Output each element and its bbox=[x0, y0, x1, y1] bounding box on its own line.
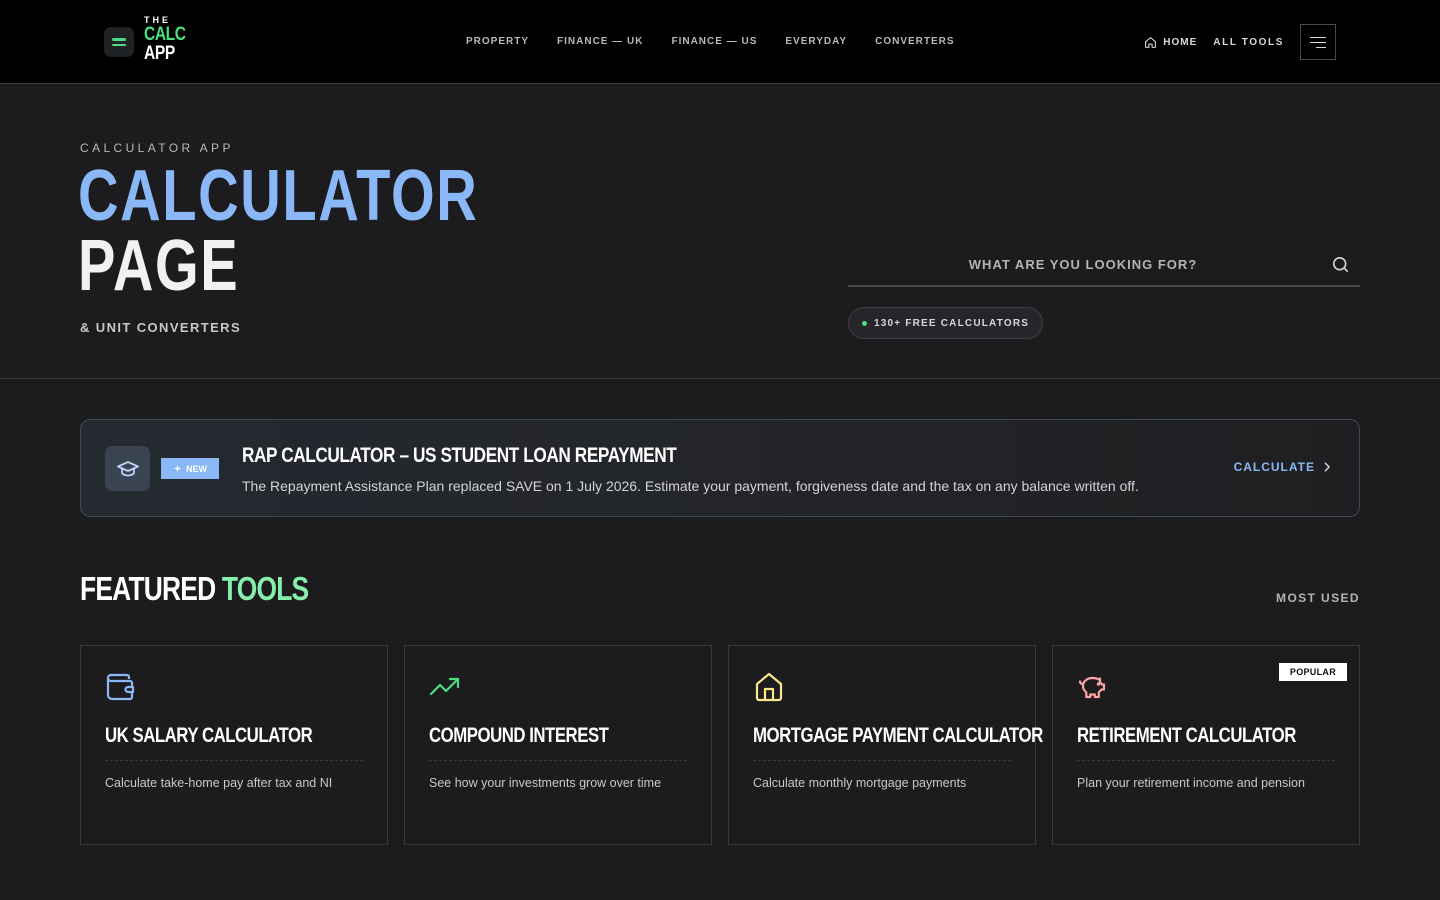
card-description: Calculate take-home pay after tax and NI bbox=[105, 776, 333, 790]
hero-title-line1: CALCULATOR bbox=[78, 156, 479, 236]
nav-link-everyday[interactable]: EVERYDAY bbox=[785, 36, 847, 47]
new-feature-banner[interactable]: NEW RAP CALCULATOR – US STUDENT LOAN REP… bbox=[80, 419, 1360, 517]
home-icon bbox=[755, 672, 783, 702]
divider bbox=[753, 760, 1011, 761]
calculator-count-pill: 130+ FREE CALCULATORS bbox=[848, 307, 1044, 339]
chevron-right-icon bbox=[1324, 462, 1330, 472]
search-icon bbox=[1332, 256, 1348, 272]
menu-icon bbox=[1310, 36, 1326, 38]
new-badge-label: NEW bbox=[186, 463, 207, 474]
card-title: MORTGAGE PAYMENT CALCULATOR bbox=[753, 724, 1043, 747]
card-title: COMPOUND INTEREST bbox=[429, 724, 609, 747]
card-description: See how your investments grow over time bbox=[429, 776, 662, 790]
hero-section: CALCULATOR APP CALCULATOR PAGE & UNIT CO… bbox=[0, 84, 1440, 379]
logo[interactable]: THE CALC APP bbox=[144, 16, 195, 64]
hero-eyebrow: CALCULATOR APP bbox=[80, 141, 234, 155]
divider bbox=[1077, 760, 1335, 761]
menu-button[interactable] bbox=[1300, 24, 1336, 60]
most-used-label: MOST USED bbox=[1276, 591, 1360, 605]
card-title: UK SALARY CALCULATOR bbox=[105, 724, 313, 747]
divider bbox=[105, 760, 363, 761]
nav-right: HOME ALL TOOLS bbox=[1144, 24, 1336, 60]
sparkle-icon bbox=[173, 464, 182, 473]
popular-badge: POPULAR bbox=[1278, 663, 1347, 681]
graduation-cap-icon bbox=[116, 460, 139, 476]
featured-tools-grid: UK SALARY CALCULATOR Calculate take-home… bbox=[80, 645, 1360, 845]
wallet-icon bbox=[106, 673, 135, 701]
card-title: RETIREMENT CALCULATOR bbox=[1077, 724, 1296, 747]
featured-heading: FEATURED TOOLS bbox=[80, 570, 309, 608]
calculate-link[interactable]: CALCULATE bbox=[1234, 460, 1331, 474]
logo-calc: CALC bbox=[144, 24, 186, 45]
status-dot bbox=[862, 320, 867, 326]
calculate-label: CALCULATE bbox=[1233, 460, 1315, 474]
featured-heading-accent: TOOLS bbox=[221, 570, 309, 607]
search-input[interactable] bbox=[848, 252, 1318, 276]
logo-app: APP bbox=[144, 43, 175, 64]
main-nav: PROPERTY FINANCE — UK FINANCE — US EVERY… bbox=[466, 36, 955, 47]
all-tools-link[interactable]: ALL TOOLS bbox=[1213, 37, 1284, 48]
nav-link-converters[interactable]: CONVERTERS bbox=[875, 36, 954, 47]
nav-link-finance-us[interactable]: FINANCE — US bbox=[671, 36, 757, 47]
tool-card-uk-salary[interactable]: UK SALARY CALCULATOR Calculate take-home… bbox=[80, 645, 388, 845]
tool-card-compound-interest[interactable]: COMPOUND INTEREST See how your investmen… bbox=[404, 645, 712, 845]
banner-icon-box bbox=[105, 446, 150, 491]
nav-link-property[interactable]: PROPERTY bbox=[466, 36, 529, 47]
home-icon bbox=[1145, 36, 1157, 48]
search-button[interactable] bbox=[1328, 252, 1352, 276]
nav-link-finance-uk[interactable]: FINANCE — UK bbox=[557, 36, 643, 47]
banner-description: The Repayment Assistance Plan replaced S… bbox=[242, 478, 1139, 494]
search-bar bbox=[848, 242, 1360, 287]
tool-card-mortgage-payment[interactable]: MORTGAGE PAYMENT CALCULATOR Calculate mo… bbox=[728, 645, 1043, 845]
piggy-bank-icon bbox=[1078, 676, 1106, 699]
top-nav-bar: THE CALC APP PROPERTY FINANCE — UK FINAN… bbox=[0, 0, 1440, 84]
hero-title-line2: PAGE bbox=[78, 226, 240, 306]
hero-subtitle: & UNIT CONVERTERS bbox=[80, 320, 242, 335]
divider bbox=[429, 760, 687, 761]
tool-card-retirement[interactable]: POPULAR RETIREMENT CALCULATOR Plan your … bbox=[1052, 645, 1360, 845]
logo-icon[interactable] bbox=[104, 27, 134, 57]
new-badge: NEW bbox=[161, 458, 219, 479]
home-link-label: HOME bbox=[1163, 36, 1198, 48]
banner-title: RAP CALCULATOR – US STUDENT LOAN REPAYME… bbox=[242, 444, 677, 467]
featured-heading-main: FEATURED bbox=[80, 570, 216, 607]
card-description: Calculate monthly mortgage payments bbox=[753, 776, 967, 790]
card-description: Plan your retirement income and pension bbox=[1077, 776, 1305, 790]
trending-up-icon bbox=[429, 677, 460, 696]
pill-label: 130+ FREE CALCULATORS bbox=[874, 317, 1030, 329]
home-link[interactable]: HOME bbox=[1144, 36, 1197, 49]
